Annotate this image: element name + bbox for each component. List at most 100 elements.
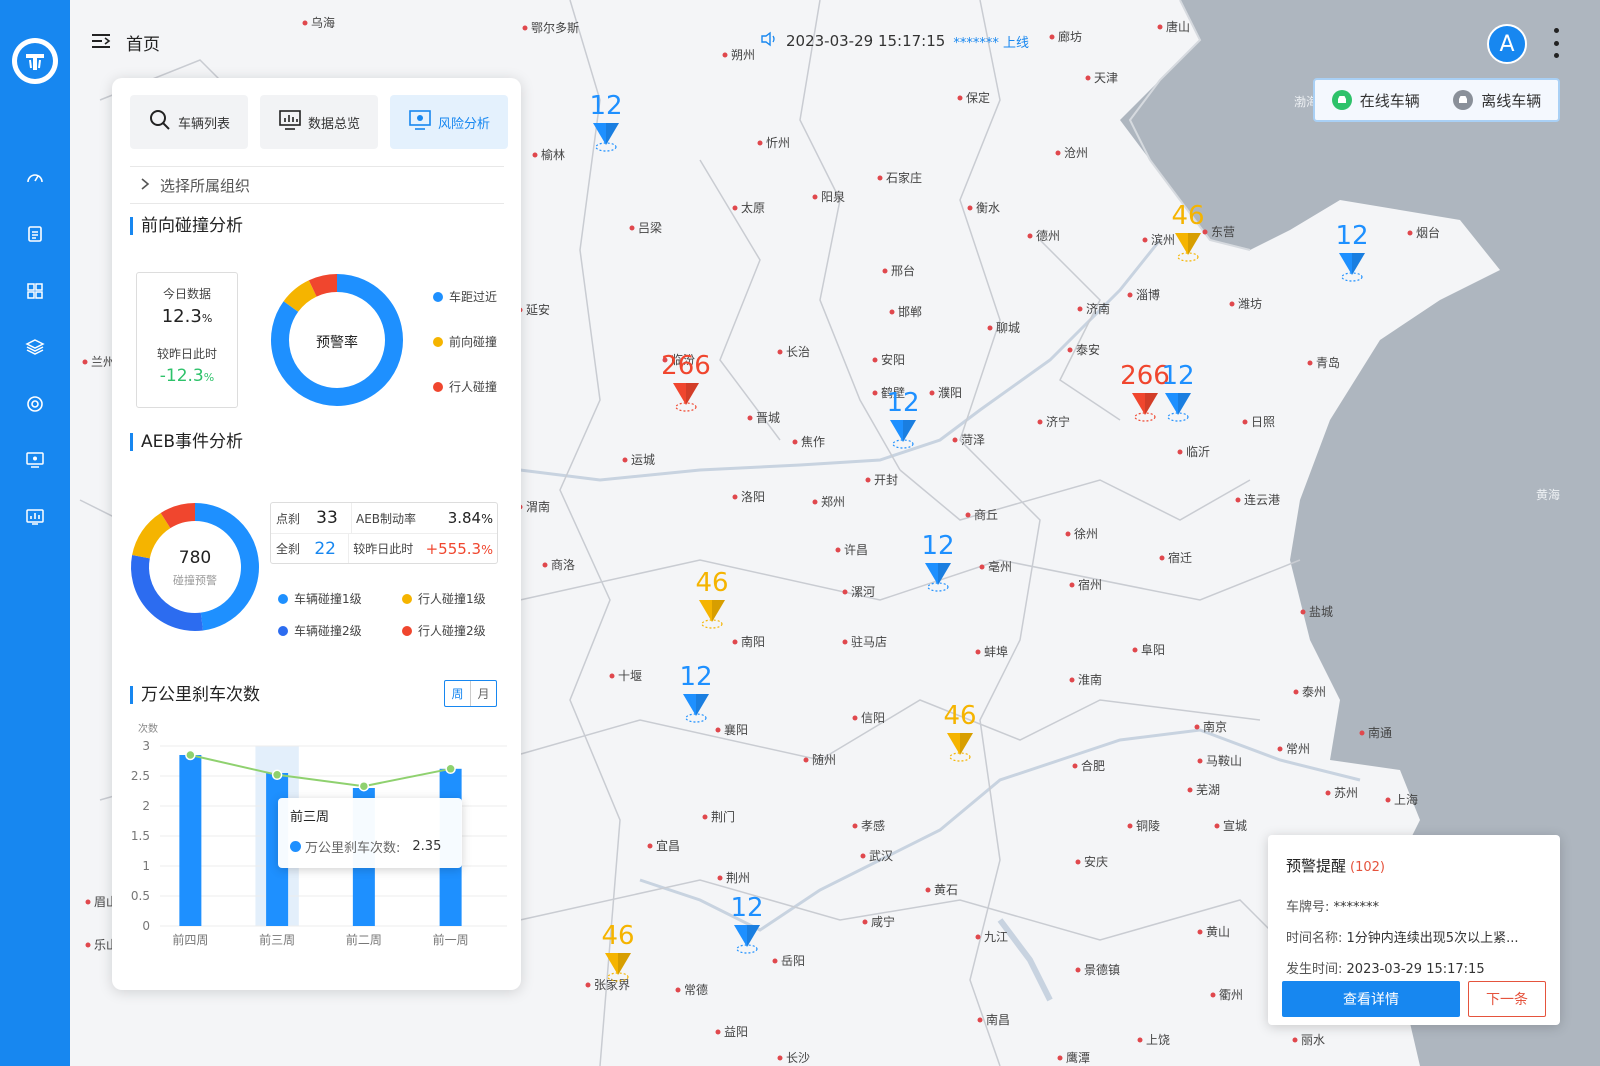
city-dot	[747, 415, 753, 421]
vehicle-pin-icon	[683, 694, 709, 723]
week-toggle[interactable]: 周	[445, 681, 470, 706]
warning-rate-slice-2[interactable]	[283, 280, 317, 313]
trend-point-4[interactable]	[445, 763, 456, 775]
city-dot	[675, 987, 681, 993]
org-selector[interactable]: 选择所属组织	[130, 166, 504, 204]
plate-label: 车牌号:	[1286, 900, 1330, 915]
city-dot	[929, 390, 935, 396]
city-dot	[1214, 823, 1220, 829]
city-dot	[860, 853, 866, 859]
compare-value-row: -12.3%	[137, 366, 237, 386]
offline-label: 离线车辆	[1481, 91, 1542, 110]
broadcast-bar: 2023-03-29 15:17:15 ******* 上线	[760, 31, 1029, 51]
city-dot	[1197, 929, 1203, 935]
city-name: 商洛	[551, 557, 575, 572]
menu-toggle-icon[interactable]	[90, 31, 112, 55]
legend-vehicle-l2-label: 车辆碰撞2级	[294, 624, 362, 638]
city-dot	[1075, 859, 1081, 865]
map-marker-2[interactable]: 46	[1163, 203, 1213, 263]
city-dot	[82, 359, 88, 365]
tooltip-title: 前三周	[290, 810, 330, 825]
offline-car-icon	[1453, 90, 1474, 110]
map-marker-3[interactable]: 12	[1327, 223, 1377, 283]
tooltip-series: 万公里刹车次数:	[305, 841, 401, 856]
city-dot	[647, 843, 653, 849]
aeb-stats-table: 点刹 33 AEB制动率 3.84% 全刹 22 较昨日此时 +555.3%	[270, 502, 498, 564]
aeb-slice-4[interactable]	[160, 503, 196, 529]
user-avatar[interactable]: A	[1487, 24, 1527, 64]
tab-risk-analysis[interactable]: 风险分析	[390, 95, 508, 149]
alert-plate: 车牌号: *******	[1286, 896, 1542, 915]
monitor-icon[interactable]	[23, 448, 47, 472]
city-dot	[957, 95, 963, 101]
warning-rate-slice-3[interactable]	[308, 274, 338, 297]
city-name: 郑州	[821, 494, 845, 509]
map-marker-13[interactable]: 46	[593, 923, 643, 983]
city-dot	[975, 934, 981, 940]
layers-icon[interactable]	[23, 335, 47, 359]
vehicle-pin-icon	[699, 600, 725, 629]
bar-1[interactable]	[179, 755, 202, 926]
map-marker-4[interactable]: 266	[661, 353, 711, 413]
city-name: 淮南	[1078, 672, 1102, 687]
x-tick-label: 前一周	[433, 932, 469, 947]
target-icon[interactable]	[23, 392, 47, 416]
legend-distance: 车距过近	[433, 288, 497, 305]
trend-point-1[interactable]	[185, 749, 196, 761]
map-marker-10[interactable]: 12	[671, 664, 721, 724]
city-dot	[1137, 1037, 1143, 1043]
map-marker-5[interactable]: 12	[878, 390, 928, 450]
city-dot	[1359, 730, 1365, 736]
city-name: 信阳	[861, 711, 885, 725]
map-marker-8[interactable]: 12	[913, 533, 963, 593]
dashboard-icon[interactable]	[23, 166, 47, 190]
map-marker-11[interactable]: 46	[935, 703, 985, 763]
x-tick-label: 前二周	[346, 932, 382, 947]
aeb-compare-percent: %	[481, 541, 493, 557]
page-title: 首页	[126, 35, 160, 55]
event-value: 1分钟内连续出现5次以上紧...	[1346, 931, 1519, 946]
aeb-row-full: 全刹 22 较昨日此时 +555.3%	[271, 533, 497, 563]
trend-point-3[interactable]	[358, 780, 370, 792]
city-name: 宣城	[1223, 818, 1247, 833]
city-dot	[715, 1029, 721, 1035]
city-dot	[772, 958, 778, 964]
city-label[interactable]: 黄海	[1536, 487, 1560, 502]
online-vehicle-toggle[interactable]: 在线车辆	[1331, 90, 1420, 111]
city-label[interactable]: 鄂尔多斯	[522, 20, 580, 35]
city-dot	[702, 814, 708, 820]
city-dot	[952, 437, 958, 443]
city-dot	[85, 942, 91, 948]
app-logo[interactable]	[12, 38, 58, 84]
view-detail-button[interactable]: 查看详情	[1282, 981, 1460, 1017]
offline-vehicle-toggle[interactable]: 离线车辆	[1453, 90, 1541, 111]
map-marker-1[interactable]: 12	[581, 93, 631, 153]
tooltip-dot	[290, 841, 301, 852]
report-icon[interactable]	[23, 222, 47, 246]
chart-monitor-icon	[278, 109, 302, 135]
city-dot	[1292, 1037, 1298, 1043]
next-alert-button[interactable]: 下一条	[1468, 981, 1546, 1017]
aeb-row-point: 点刹 33 AEB制动率 3.84%	[271, 503, 497, 533]
city-dot	[1325, 790, 1331, 796]
city-dot	[872, 390, 878, 396]
map-marker-9[interactable]: 46	[687, 570, 737, 630]
map-marker-12[interactable]: 12	[722, 895, 772, 955]
left-sidebar	[0, 0, 70, 1066]
city-dot	[1027, 233, 1033, 239]
city-dot	[967, 205, 973, 211]
map-marker-7[interactable]: 12	[1153, 363, 1203, 423]
month-toggle[interactable]: 月	[470, 681, 496, 706]
today-value: 12.3	[161, 306, 202, 327]
city-dot	[1277, 746, 1283, 752]
tab-data-overview[interactable]: 数据总览	[260, 95, 378, 149]
trend-point-2[interactable]	[271, 769, 283, 781]
more-menu-icon[interactable]	[1552, 28, 1560, 58]
tab-vehicle-list[interactable]: 车辆列表	[130, 95, 248, 149]
city-name: 蚌埠	[984, 645, 1008, 659]
analytics-icon[interactable]	[23, 505, 47, 529]
city-dot	[1385, 797, 1391, 803]
city-dot	[835, 547, 841, 553]
apps-grid-icon[interactable]	[23, 279, 47, 303]
y-tick-label: 1.5	[131, 829, 150, 843]
